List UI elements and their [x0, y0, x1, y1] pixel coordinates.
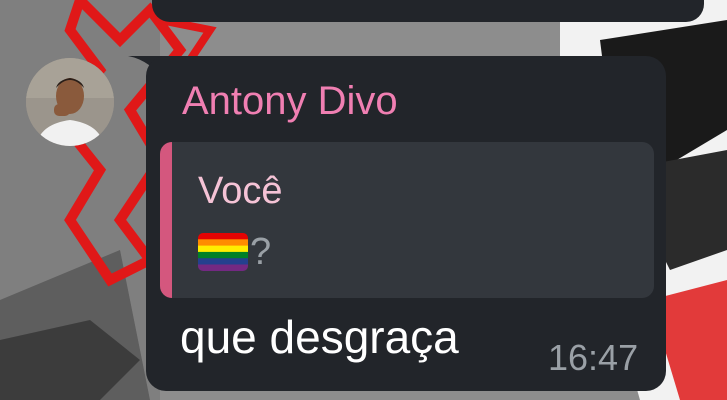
sender-name[interactable]: Antony Divo — [182, 78, 398, 124]
reply-author: Você — [198, 170, 283, 212]
message-timestamp: 16:47 — [548, 337, 639, 378]
reply-text: ? — [198, 232, 271, 272]
message-text: que desgraça — [180, 311, 459, 363]
previous-message-bubble[interactable] — [152, 0, 704, 22]
reply-quote[interactable]: Você ? — [160, 142, 654, 298]
rainbow-flag-icon — [198, 233, 248, 271]
reply-text-suffix: ? — [250, 231, 272, 273]
sender-avatar[interactable] — [26, 58, 114, 146]
chat-screen: Antony Divo Você ? que desgraça 16:47 — [0, 0, 727, 400]
quote-accent-bar — [160, 142, 172, 298]
